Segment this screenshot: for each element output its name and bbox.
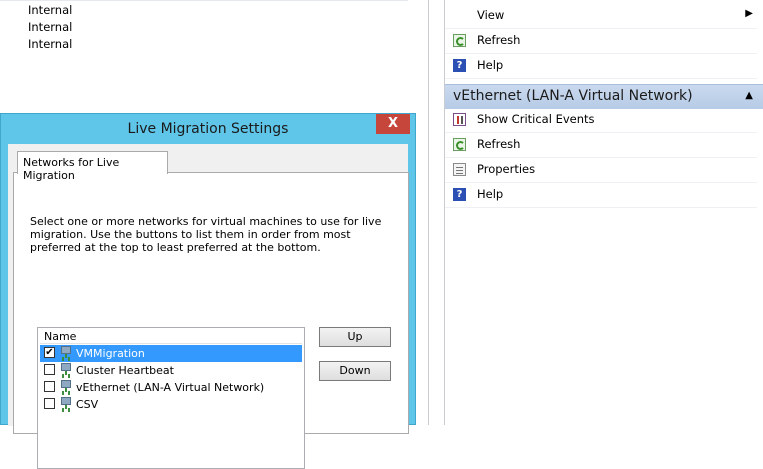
action-label: Properties [477, 162, 536, 176]
section-title: vEthernet (LAN-A Virtual Network) [453, 88, 693, 104]
dialog-client: Networks for Live Migration Select one o… [8, 144, 409, 469]
checkbox[interactable] [44, 381, 55, 392]
section-header[interactable]: vEthernet (LAN-A Virtual Network) ▲ [445, 84, 763, 109]
refresh-icon [453, 34, 466, 47]
up-button[interactable]: Up [319, 327, 391, 347]
action-help[interactable]: ? Help [445, 54, 757, 79]
pane-splitter[interactable] [428, 0, 445, 425]
action-view[interactable]: View ▶ [445, 4, 757, 29]
network-name: CSV [76, 398, 99, 411]
action-label: View [477, 8, 505, 22]
properties-icon [453, 163, 466, 176]
networks-list[interactable]: Name ✔ VMMigration Cluster Heartbeat vEt… [37, 327, 305, 469]
action-label: Help [477, 58, 504, 72]
action-label: Show Critical Events [477, 112, 595, 126]
checkbox[interactable] [44, 364, 55, 375]
background-list: Internal Internal Internal [0, 0, 428, 120]
tab-networks-for-live-migration[interactable]: Networks for Live Migration [17, 151, 168, 182]
list-item[interactable]: ✔ VMMigration [40, 345, 302, 362]
network-name: VMMigration [76, 347, 145, 360]
refresh-icon [453, 138, 466, 151]
list-item[interactable]: Cluster Heartbeat [40, 362, 302, 379]
action-label: Refresh [477, 137, 521, 151]
action-label: Refresh [477, 33, 521, 47]
divider [40, 343, 302, 344]
help-icon: ? [453, 59, 466, 72]
action-help[interactable]: ? Help [445, 183, 757, 208]
divider [0, 0, 408, 1]
checkbox[interactable]: ✔ [44, 347, 55, 358]
network-name: Cluster Heartbeat [76, 364, 174, 377]
events-icon [453, 113, 466, 126]
action-properties[interactable]: Properties [445, 158, 757, 183]
network-icon [60, 346, 72, 359]
action-show-critical-events[interactable]: Show Critical Events [445, 108, 757, 133]
network-icon [60, 380, 72, 393]
live-migration-dialog: Live Migration Settings X Networks for L… [0, 113, 416, 469]
down-button[interactable]: Down [319, 361, 391, 381]
divider [428, 0, 429, 425]
tab-label: Networks for Live Migration [23, 156, 120, 182]
submenu-arrow-icon: ▶ [745, 8, 753, 19]
network-icon [60, 363, 72, 376]
network-icon [60, 397, 72, 410]
collapse-arrow-icon[interactable]: ▲ [745, 90, 753, 101]
dialog-title: Live Migration Settings [127, 121, 289, 137]
close-button[interactable]: X [376, 114, 410, 134]
dialog-titlebar[interactable]: Live Migration Settings X [1, 114, 415, 144]
list-item[interactable]: Internal [28, 20, 72, 34]
checkbox[interactable] [44, 398, 55, 409]
action-refresh[interactable]: Refresh [445, 133, 757, 158]
list-item[interactable]: Internal [28, 3, 72, 17]
tab-panel: Select one or more networks for virtual … [13, 172, 409, 469]
list-item[interactable]: Internal [28, 37, 72, 51]
action-refresh[interactable]: Refresh [445, 29, 757, 54]
description-text: Select one or more networks for virtual … [30, 215, 382, 254]
column-header-name[interactable]: Name [44, 330, 76, 343]
list-item[interactable]: vEthernet (LAN-A Virtual Network) [40, 379, 302, 396]
list-item[interactable]: CSV [40, 396, 302, 413]
actions-pane: View ▶ Refresh ? Help vEthernet (LAN-A V… [445, 0, 763, 425]
help-icon: ? [453, 188, 466, 201]
network-name: vEthernet (LAN-A Virtual Network) [76, 381, 265, 394]
action-label: Help [477, 187, 504, 201]
